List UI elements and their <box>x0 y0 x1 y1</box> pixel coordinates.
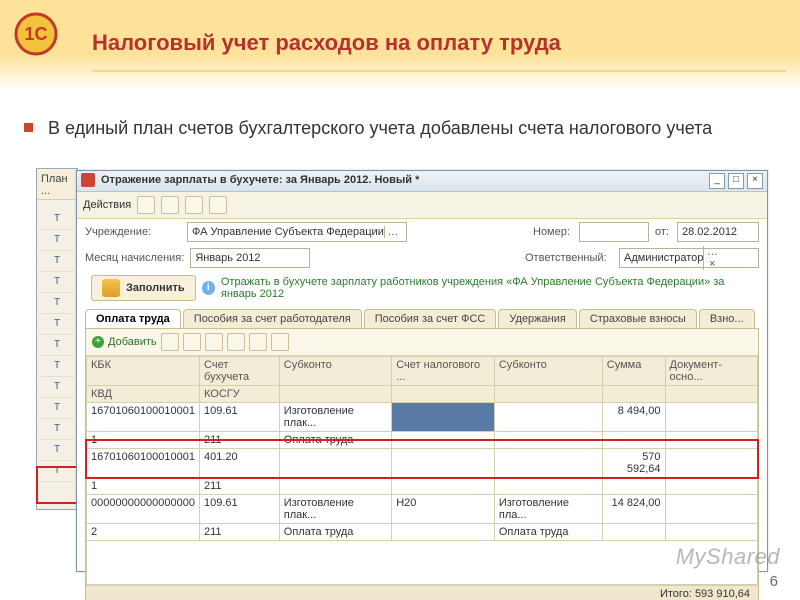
col-sub2[interactable]: Субконто <box>494 357 602 386</box>
grid-btn-up[interactable] <box>205 333 223 351</box>
toolbar-btn-4[interactable] <box>209 196 227 214</box>
col-kbk[interactable]: КБК <box>87 357 200 386</box>
total-value: 593 910,64 <box>695 588 750 600</box>
svg-text:1С: 1С <box>24 24 47 44</box>
fill-icon <box>102 279 120 297</box>
bg-window-title: План ... <box>37 171 77 200</box>
tab-uderzhaniya[interactable]: Удержания <box>498 309 576 328</box>
grid-btn-sort-desc[interactable] <box>271 333 289 351</box>
number-field[interactable] <box>579 222 649 242</box>
toolbar-btn-2[interactable] <box>161 196 179 214</box>
selected-cell <box>392 403 495 432</box>
table-row[interactable]: 2211Оплата трудаОплата труда <box>87 524 758 541</box>
fill-button[interactable]: Заполнить <box>91 275 196 301</box>
col-doc[interactable]: Документ-осно... <box>665 357 757 386</box>
toolbar: Действия <box>77 192 767 219</box>
main-window: Отражение зарплаты в бухучете: за Январь… <box>76 170 768 572</box>
col-acct[interactable]: Счет бухучета <box>200 357 280 386</box>
date-field[interactable]: 28.02.2012 <box>677 222 759 242</box>
resp-label: Ответственный: <box>525 252 613 264</box>
window-title: Отражение зарплаты в бухучете: за Январь… <box>101 174 419 186</box>
grid-toolbar: +Добавить <box>86 329 758 356</box>
resp-field[interactable]: Администратор…× <box>619 248 759 268</box>
col-sub1[interactable]: Субконто <box>279 357 391 386</box>
tab-oplata-truda[interactable]: Оплата труда <box>85 309 181 328</box>
org-lookup-icon[interactable]: … <box>384 226 401 238</box>
grid-btn-down[interactable] <box>227 333 245 351</box>
bullet-icon <box>24 123 33 132</box>
background-window: План ... T T T T T T T T T T T T T <box>36 168 78 510</box>
col-sum[interactable]: Сумма <box>602 357 665 386</box>
org-field[interactable]: ФА Управление Субъекта Федерации… <box>187 222 407 242</box>
minimize-button[interactable]: _ <box>709 173 725 189</box>
close-button[interactable]: × <box>747 173 763 189</box>
info-icon: i <box>202 281 215 295</box>
logo-1c: 1С <box>12 10 60 58</box>
tab-strah-vznosy[interactable]: Страховые взносы <box>579 309 697 328</box>
grid-btn-edit[interactable] <box>161 333 179 351</box>
actions-menu[interactable]: Действия <box>83 199 131 211</box>
watermark: MyShared <box>676 544 780 570</box>
maximize-button[interactable]: □ <box>728 173 744 189</box>
org-label: Учреждение: <box>85 226 181 238</box>
slide-title: Налоговый учет расходов на оплату труда <box>92 30 561 56</box>
header-row-2: КВД КОСГУ <box>87 386 758 403</box>
bullet-line: В единый план счетов бухгалтерского учет… <box>24 118 786 139</box>
plus-icon: + <box>92 336 104 348</box>
resp-lookup-icon[interactable]: …× <box>703 246 720 270</box>
tab-more[interactable]: Взно... <box>699 309 755 328</box>
table-row[interactable]: 16701060100010001109.61Изготовление плак… <box>87 403 758 432</box>
tab-strip: Оплата труда Пособия за счет работодател… <box>85 309 759 328</box>
data-grid[interactable]: КБК Счет бухучета Субконто Счет налогово… <box>86 356 758 585</box>
toolbar-btn-3[interactable] <box>185 196 203 214</box>
info-text: Отражать в бухучете зарплату работников … <box>221 276 759 300</box>
month-field[interactable]: Январь 2012 <box>190 248 310 268</box>
app-icon <box>81 173 95 187</box>
header-row-1: КБК Счет бухучета Субконто Счет налогово… <box>87 357 758 386</box>
table-row[interactable]: 1211 <box>87 478 758 495</box>
divider <box>92 70 786 72</box>
date-label: от: <box>655 226 671 238</box>
tab-posobiya-rabotodatel[interactable]: Пособия за счет работодателя <box>183 309 362 328</box>
number-label: Номер: <box>533 226 573 238</box>
tab-posobiya-fss[interactable]: Пособия за счет ФСС <box>364 309 497 328</box>
add-button[interactable]: +Добавить <box>92 336 157 348</box>
table-row[interactable]: 1211Оплата труда <box>87 432 758 449</box>
total-row: Итого: 593 910,64 <box>86 585 758 600</box>
toolbar-btn-1[interactable] <box>137 196 155 214</box>
table-row[interactable]: 00000000000000000109.61Изготовление плак… <box>87 495 758 524</box>
col-nacct[interactable]: Счет налогового ... <box>392 357 495 386</box>
month-label: Месяц начисления: <box>85 252 184 264</box>
grid-btn-del[interactable] <box>183 333 201 351</box>
grid-btn-sort-asc[interactable] <box>249 333 267 351</box>
table-row[interactable]: 16701060100010001401.20570 592,64 <box>87 449 758 478</box>
page-number: 6 <box>770 573 778 590</box>
bullet-text: В единый план счетов бухгалтерского учет… <box>48 118 712 138</box>
titlebar[interactable]: Отражение зарплаты в бухучете: за Январь… <box>77 171 767 192</box>
